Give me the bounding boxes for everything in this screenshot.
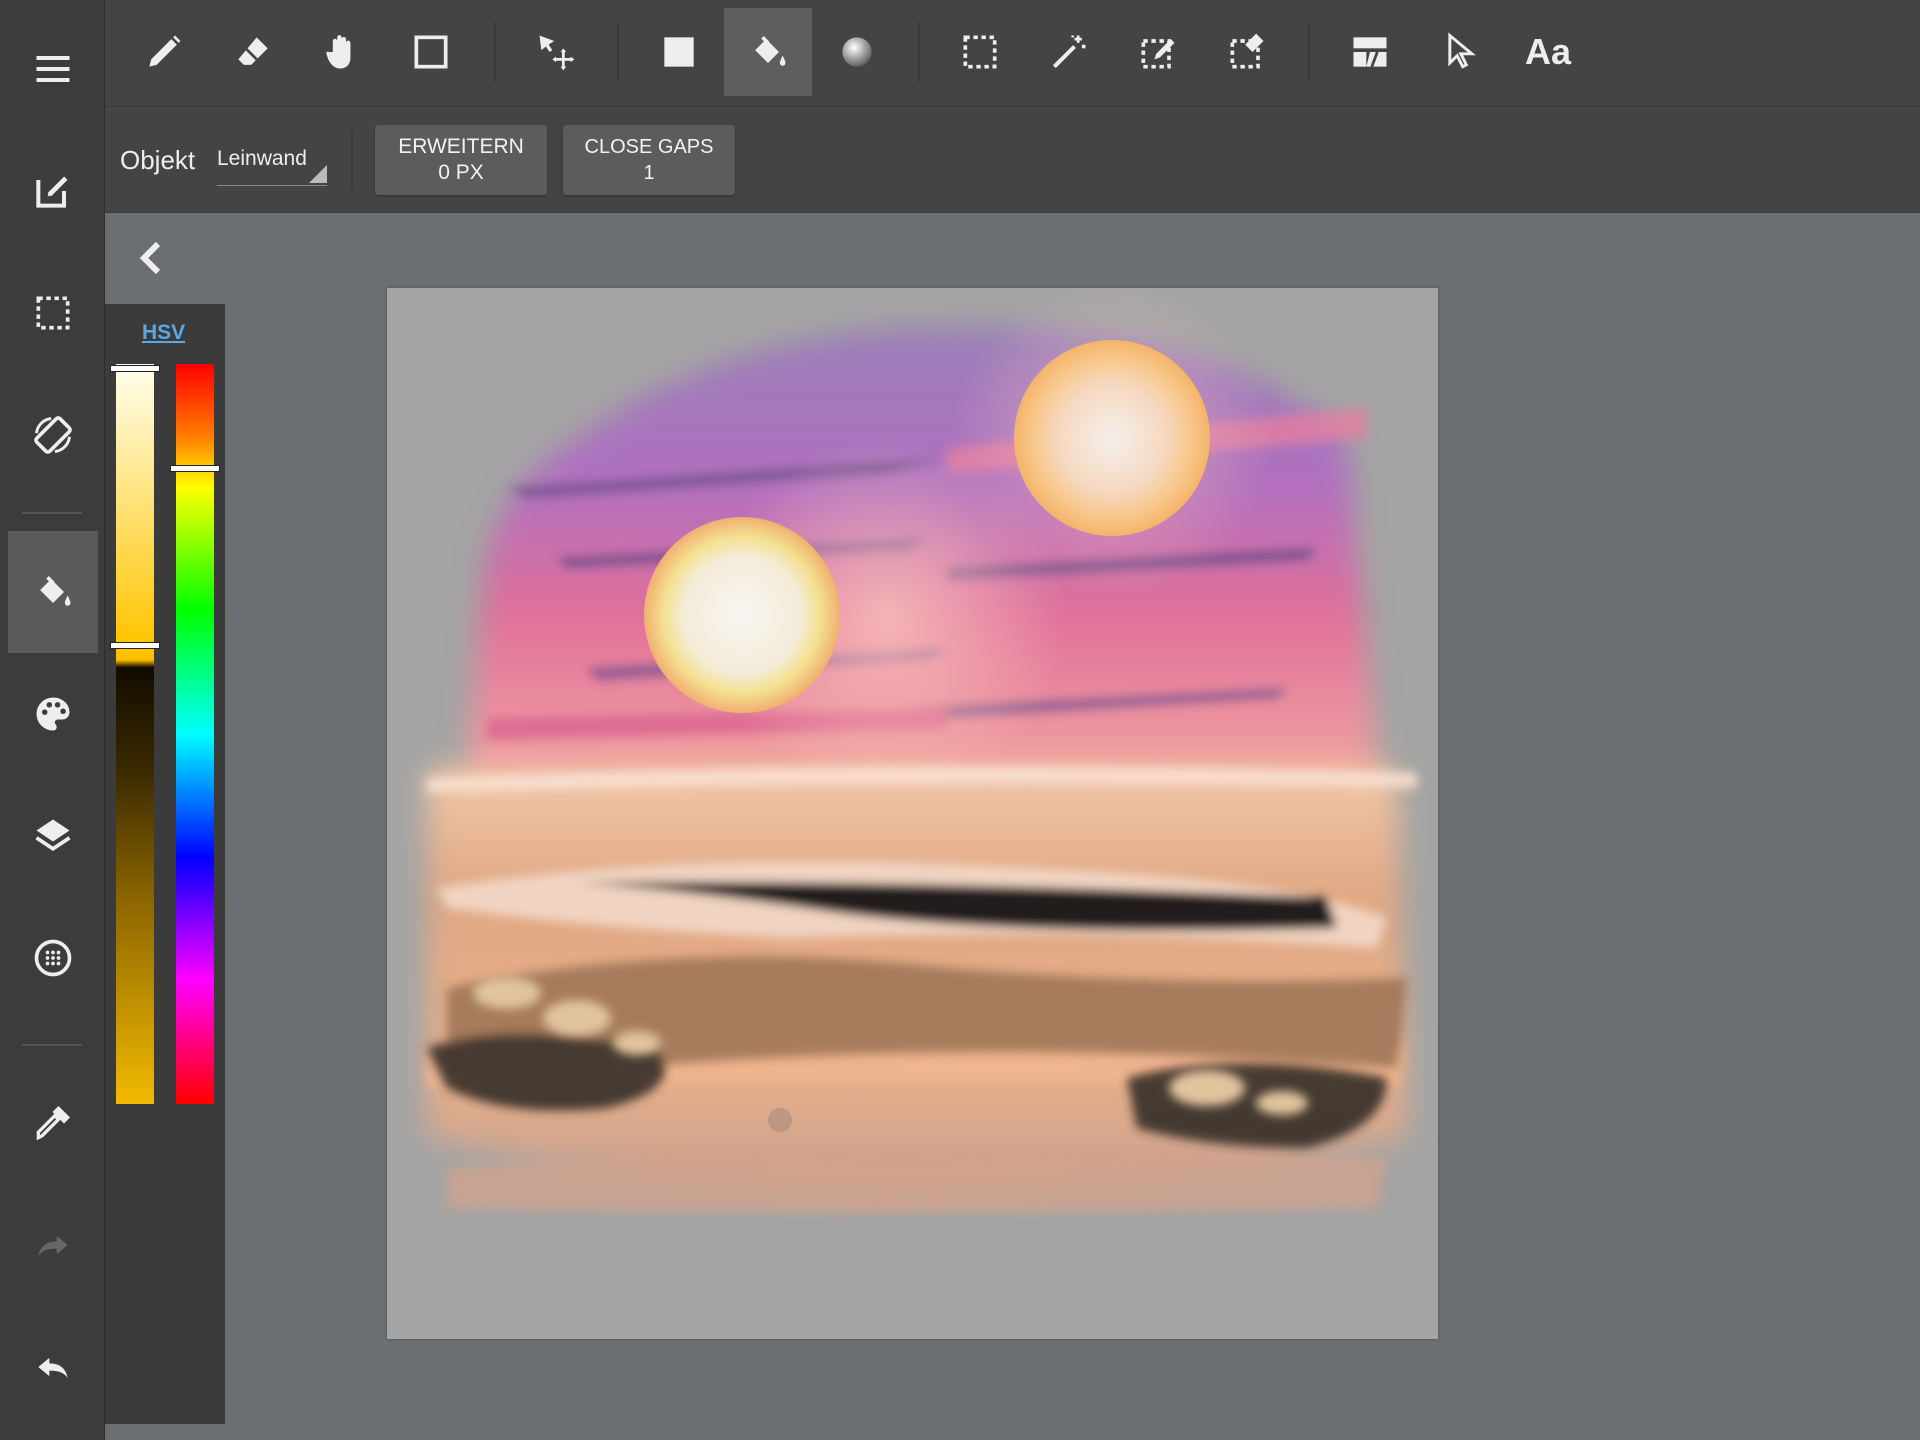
rotate-screen-button[interactable]: [8, 374, 98, 496]
selection-icon: [36, 296, 70, 330]
brightness-top-handle[interactable]: [110, 365, 160, 372]
left-sidebar: [0, 0, 105, 1440]
options-divider: [351, 129, 353, 189]
edit-button[interactable]: [8, 130, 98, 252]
redo-button[interactable]: [8, 1184, 98, 1306]
palette-icon: [36, 697, 70, 731]
grid-icon: [34, 939, 72, 977]
hand-icon: [326, 35, 351, 69]
square-icon: [414, 35, 448, 69]
fill-bucket-icon: [40, 576, 71, 606]
select-eraser-tool[interactable]: [1203, 8, 1291, 96]
eyedropper-icon: [36, 1105, 71, 1141]
eraser-icon: [238, 37, 268, 65]
close-gaps-button[interactable]: CLOSE GAPS 1: [563, 125, 735, 195]
hand-tool[interactable]: [298, 8, 386, 96]
frame-icon: [1353, 37, 1387, 68]
toolbar-divider-3: [918, 22, 920, 82]
object-label: Objekt: [120, 145, 196, 175]
painting: [387, 288, 1438, 1339]
move-icon: [539, 35, 575, 71]
toolbar-divider: [494, 22, 496, 82]
text-tool[interactable]: Aa: [1504, 8, 1592, 96]
rect-select-tool[interactable]: [936, 8, 1024, 96]
object-dropdown[interactable]: Leinwand: [217, 147, 327, 186]
collapse-panel-icon[interactable]: [136, 238, 168, 278]
selection-button[interactable]: [8, 252, 98, 374]
grid-button[interactable]: [8, 897, 98, 1019]
select-pen-tool[interactable]: [1114, 8, 1202, 96]
text-icon: Aa: [1524, 31, 1572, 72]
select-pen-icon: [1141, 39, 1175, 69]
redo-icon: [38, 1235, 68, 1256]
left-sun: [644, 517, 840, 713]
gradient-tool[interactable]: [813, 8, 901, 96]
object-dropdown-value: Leinwand: [217, 147, 307, 170]
select-eraser-icon: [1230, 33, 1264, 69]
expand-button[interactable]: ERWEITERN 0 PX: [375, 125, 547, 195]
move-tool[interactable]: [512, 8, 600, 96]
expand-title: ERWEITERN: [398, 135, 524, 158]
color-panel: HSV: [105, 304, 225, 1424]
edit-icon: [36, 176, 68, 208]
bucket-fill-icon: [755, 36, 786, 66]
magic-wand-tool[interactable]: [1025, 8, 1113, 96]
layers-button[interactable]: [8, 775, 98, 897]
gradient-circle-icon: [842, 37, 872, 67]
pencil-tool[interactable]: [120, 8, 208, 96]
expand-value: 0 PX: [438, 161, 484, 184]
toolbar-divider-2: [617, 22, 619, 82]
magic-wand-icon: [1052, 35, 1086, 69]
toolbar-divider-4: [1308, 22, 1310, 82]
menu-button[interactable]: [8, 8, 98, 130]
dropdown-triangle-icon: [309, 165, 327, 183]
layers-icon: [35, 819, 71, 852]
hue-slider[interactable]: [176, 364, 214, 1104]
undo-button[interactable]: [8, 1306, 98, 1428]
close-gaps-title: CLOSE GAPS: [584, 136, 714, 158]
fill-tool[interactable]: [724, 8, 812, 96]
top-toolbar: Aa: [105, 0, 1920, 107]
brightness-slider[interactable]: [116, 364, 154, 1104]
eraser-tool[interactable]: [209, 8, 297, 96]
eyedropper-button[interactable]: [8, 1062, 98, 1184]
sidebar-divider: [22, 512, 82, 514]
frame-tool[interactable]: [1326, 8, 1414, 96]
palette-button[interactable]: [8, 653, 98, 775]
filled-square-icon: [664, 37, 694, 67]
shape-tool[interactable]: [635, 8, 723, 96]
hue-handle[interactable]: [170, 464, 220, 472]
pencil-icon: [149, 35, 181, 67]
menu-icon: [36, 55, 70, 83]
pointer-icon: [1448, 32, 1476, 69]
right-sun: [1014, 340, 1210, 536]
fill-button[interactable]: [8, 531, 98, 653]
rect-select-icon: [963, 35, 997, 69]
pointer-tool[interactable]: [1415, 8, 1503, 96]
rotate-screen-icon: [34, 416, 72, 454]
canvas-tool[interactable]: [387, 8, 475, 96]
sidebar-divider-2: [22, 1044, 82, 1046]
close-gaps-value: 1: [643, 162, 655, 184]
tool-options-bar: Objekt Leinwand ERWEITERN 0 PX CLOSE GAP…: [105, 107, 1920, 213]
drawing-canvas[interactable]: [387, 288, 1438, 1339]
undo-icon: [38, 1357, 68, 1378]
color-mode-link[interactable]: HSV: [142, 321, 185, 345]
brightness-handle[interactable]: [110, 642, 160, 650]
